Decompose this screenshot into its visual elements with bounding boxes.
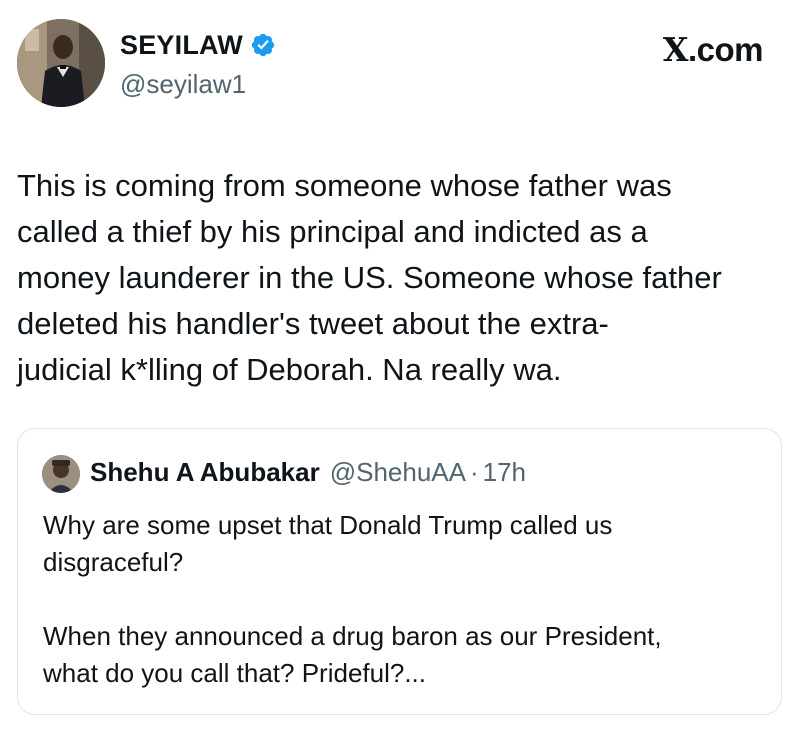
tweet-text: This is coming from someone whose father… [17,168,722,387]
quote-author-avatar[interactable] [42,455,80,493]
verified-badge-icon [250,32,276,58]
author-avatar[interactable] [17,19,105,107]
author-handle[interactable]: @seyilaw1 [120,69,276,100]
author-info: SEYILAW @seyilaw1 [120,27,276,100]
quote-header: Shehu A Abubakar @ShehuAA · 17h [90,457,526,488]
quote-timestamp[interactable]: 17h [483,457,526,488]
brand-logo: X.com [662,30,764,69]
quote-separator: · [469,457,479,487]
quote-author-name[interactable]: Shehu A Abubakar [90,457,320,488]
author-name[interactable]: SEYILAW [120,30,243,61]
brand-domain: .com [687,31,764,68]
tweet-card: SEYILAW @seyilaw1 X.com This is coming f… [0,0,800,745]
quote-author-handle[interactable]: @ShehuAA [330,457,466,488]
quote-text: Why are some upset that Donald Trump cal… [43,510,662,688]
quoted-tweet[interactable]: Shehu A Abubakar @ShehuAA · 17h Why are … [17,428,782,715]
author-name-row: SEYILAW [120,27,276,63]
x-logo-icon: X [662,30,689,69]
